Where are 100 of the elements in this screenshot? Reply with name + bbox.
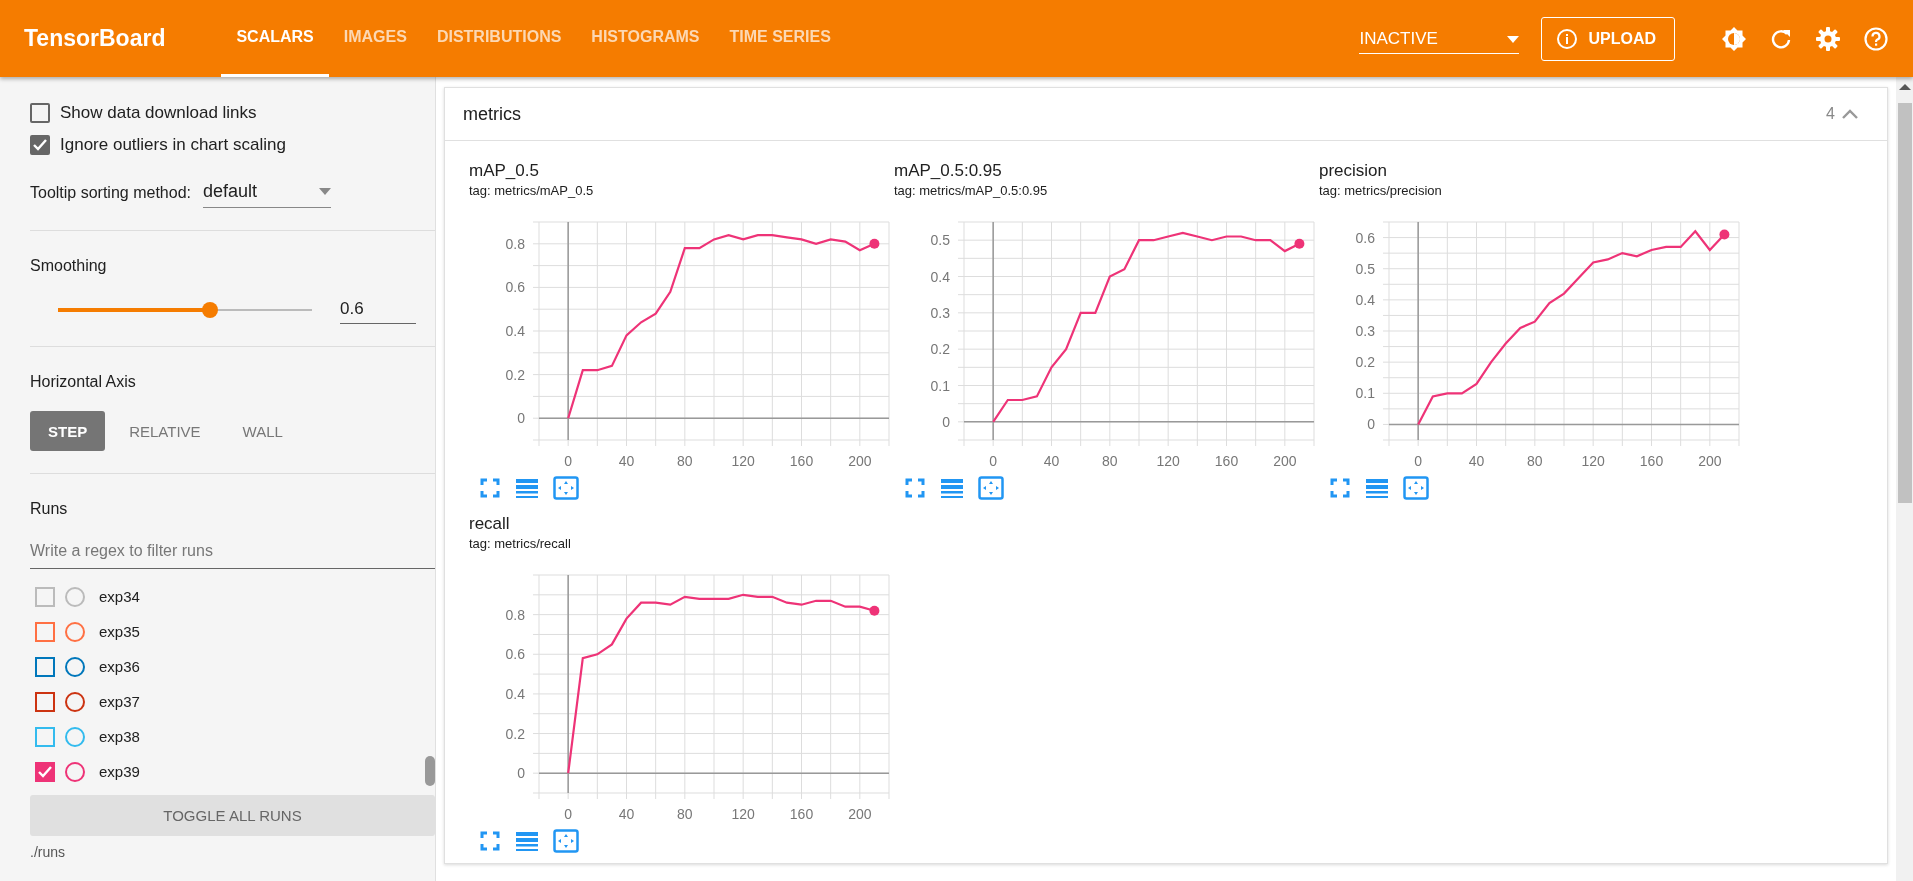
x-tick-label: 200	[1273, 453, 1297, 469]
run-checkbox[interactable]	[35, 586, 55, 607]
info-icon	[1556, 27, 1579, 50]
y-tick-label: 0.6	[1355, 229, 1376, 246]
settings-icon[interactable]	[1815, 25, 1841, 52]
fit-domain-icon[interactable]	[553, 829, 579, 853]
axis-toggle-button[interactable]: WALL	[224, 411, 301, 451]
caret-icon	[319, 188, 331, 195]
chart-tag: tag: metrics/recall	[469, 536, 894, 551]
checkbox[interactable]	[30, 103, 50, 123]
upload-button[interactable]: UPLOAD	[1541, 16, 1675, 61]
chart-tag: tag: metrics/mAP_0.5:0.95	[894, 183, 1319, 198]
x-tick-label: 80	[677, 806, 693, 822]
y-tick-label: 0.4	[1355, 291, 1376, 308]
section-title: Smoothing	[30, 257, 108, 275]
run-color-circle[interactable]	[65, 761, 85, 782]
run-color-circle[interactable]	[65, 586, 85, 607]
sorting-dropdown[interactable]: default	[203, 181, 331, 208]
run-checkbox[interactable]	[35, 621, 55, 642]
y-tick-label: 0.8	[505, 606, 526, 623]
x-tick-label: 40	[618, 453, 635, 469]
fit-domain-icon[interactable]	[978, 476, 1004, 500]
line-chart: 0 0.2 0.4 0.6 0.8 0 40 80 120 160 200	[469, 563, 899, 825]
run-checkbox[interactable]	[35, 761, 55, 782]
x-tick-label: 160	[789, 453, 814, 469]
y-tick-label: 0	[517, 410, 526, 427]
fullscreen-icon[interactable]	[479, 477, 501, 499]
option-label: Ignore outliers in chart scaling	[60, 135, 286, 155]
run-color-circle[interactable]	[65, 656, 85, 677]
x-tick-label: 200	[848, 453, 872, 469]
x-tick-label: 80	[677, 453, 693, 469]
run-checkbox[interactable]	[35, 656, 55, 677]
chart-title: mAP_0.5	[469, 161, 540, 181]
tooltip-sorting-label: Tooltip sorting method:	[30, 184, 191, 203]
caret-icon	[1507, 35, 1520, 43]
chart-tag: tag: metrics/precision	[1319, 183, 1744, 198]
scroll-up-arrow-icon[interactable]	[1898, 83, 1911, 91]
run-selector-dropdown[interactable]: INACTIVE	[1359, 23, 1520, 54]
x-tick-label: 0	[1414, 453, 1423, 469]
x-tick-label: 0	[564, 806, 573, 822]
fullscreen-icon[interactable]	[1329, 477, 1351, 499]
y-tick-label: 0.4	[930, 268, 951, 285]
run-name: exp34	[99, 588, 140, 605]
x-tick-label: 120	[1581, 453, 1606, 469]
page-scrollbar[interactable]	[1896, 77, 1913, 881]
y-tick-label: 0	[517, 765, 526, 782]
run-filter-field[interactable]: Write a regex to filter runs	[30, 538, 435, 569]
scrollbar-thumb[interactable]	[425, 756, 435, 786]
axis-toggle-button[interactable]: RELATIVE	[111, 411, 219, 451]
chart-title: mAP_0.5:0.95	[894, 161, 1003, 181]
x-tick-label: 120	[731, 453, 756, 469]
x-tick-label: 40	[1043, 453, 1060, 469]
run-color-circle[interactable]	[65, 691, 85, 712]
y-tick-label: 0	[942, 413, 951, 430]
y-tick-label: 0.2	[505, 725, 526, 742]
run-checkbox[interactable]	[35, 726, 55, 747]
y-tick-label: 0.3	[1355, 323, 1376, 339]
log-directory: ./runs	[30, 844, 66, 860]
axis-toggle-button[interactable]: STEP	[30, 411, 106, 451]
list-icon[interactable]	[515, 477, 539, 499]
chart-title: recall	[469, 514, 511, 534]
x-tick-label: 0	[564, 453, 573, 469]
y-tick-label: 0.4	[505, 685, 526, 702]
fit-domain-icon[interactable]	[553, 476, 579, 500]
toggle-all-runs-button[interactable]: TOGGLE ALL RUNS	[30, 795, 435, 836]
x-tick-label: 200	[1698, 453, 1722, 469]
brightness-icon[interactable]	[1721, 25, 1747, 52]
list-icon[interactable]	[940, 477, 964, 499]
checkbox[interactable]	[30, 135, 50, 155]
y-tick-label: 0	[1367, 416, 1376, 433]
fullscreen-icon[interactable]	[479, 830, 501, 852]
fullscreen-icon[interactable]	[904, 477, 926, 499]
y-tick-label: 0.1	[1355, 385, 1376, 402]
run-name: exp39	[99, 763, 140, 780]
fit-domain-icon[interactable]	[1403, 476, 1429, 500]
x-tick-label: 80	[1102, 453, 1118, 469]
slider-thumb[interactable]	[202, 301, 219, 318]
option-label: Show data download links	[60, 103, 257, 123]
y-tick-label: 0.8	[505, 235, 526, 252]
smoothing-value-field[interactable]: 0.6	[340, 295, 416, 324]
run-color-circle[interactable]	[65, 726, 85, 747]
run-color-circle[interactable]	[65, 621, 85, 642]
run-checkbox[interactable]	[35, 691, 55, 712]
list-icon[interactable]	[515, 830, 539, 852]
help-icon[interactable]	[1863, 25, 1889, 52]
x-tick-label: 200	[848, 806, 872, 822]
y-tick-label: 0.4	[505, 323, 526, 339]
x-tick-label: 160	[789, 806, 814, 822]
x-tick-label: 40	[618, 806, 635, 822]
y-tick-label: 0.3	[930, 304, 951, 321]
group-header[interactable]: metrics 4	[445, 88, 1887, 141]
x-tick-label: 0	[989, 453, 998, 469]
x-tick-label: 160	[1214, 453, 1239, 469]
x-tick-label: 120	[731, 806, 756, 822]
section-title: Runs	[30, 500, 69, 518]
y-tick-label: 0.1	[930, 377, 951, 394]
x-tick-label: 40	[1468, 453, 1485, 469]
chart-tag: tag: metrics/mAP_0.5	[469, 183, 894, 198]
list-icon[interactable]	[1365, 477, 1389, 499]
y-tick-label: 0.6	[505, 646, 526, 663]
